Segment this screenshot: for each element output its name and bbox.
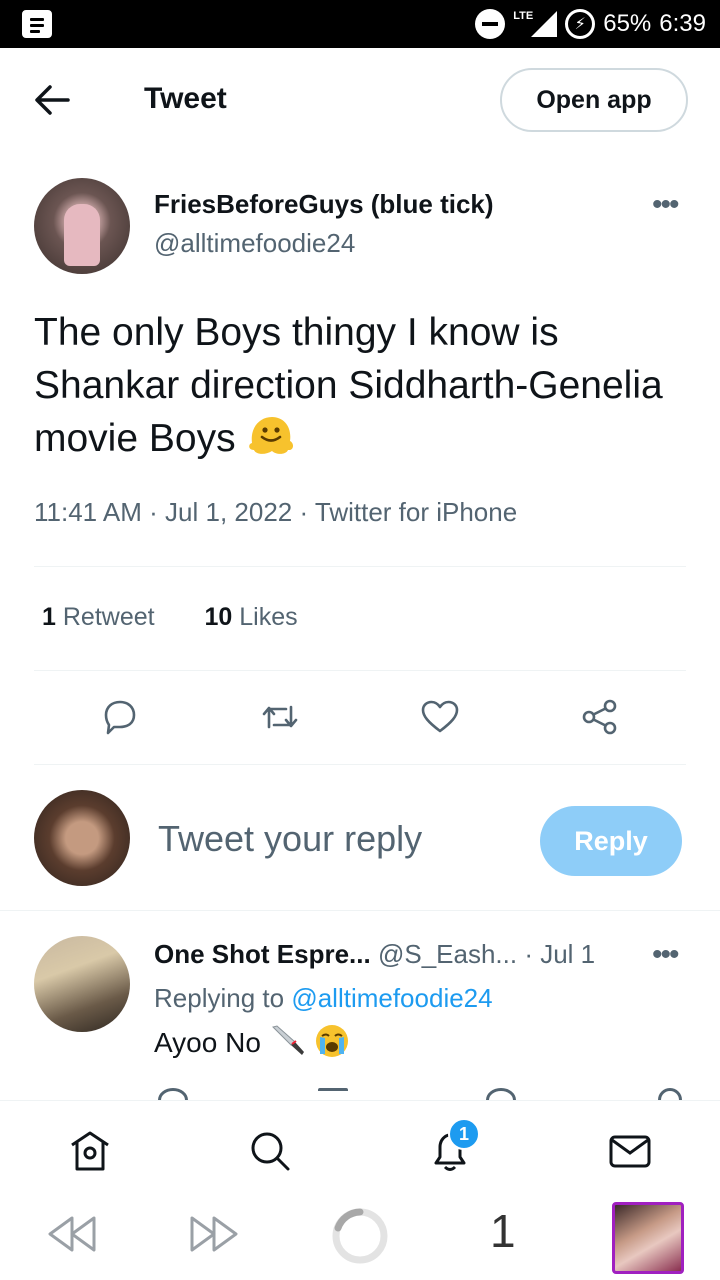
loudly-crying-face-emoji-icon [316, 1025, 349, 1057]
reply-author-handle[interactable]: @S_Eash... [378, 939, 517, 969]
tweet-timestamp: 11:41 AM · Jul 1, 2022 · Twitter for iPh… [34, 497, 518, 527]
author-avatar[interactable] [34, 178, 130, 274]
reply-text-body: Ayoo No [154, 1027, 261, 1058]
bottom-navigation: 1 [0, 1100, 720, 1192]
reply-author-name[interactable]: One Shot Espre... [154, 939, 371, 969]
retweet-label[interactable]: Retweet [63, 603, 155, 631]
author-handle[interactable]: @alltimefoodie24 [154, 228, 355, 259]
my-avatar [34, 790, 130, 886]
like-count[interactable]: 10 [204, 603, 232, 631]
open-app-button[interactable]: Open app [500, 68, 688, 132]
reply-actions-peek [0, 1088, 720, 1100]
divider [34, 670, 686, 671]
tweet-text: The only Boys thingy I know is Shankar d… [34, 306, 694, 465]
reply-button[interactable]: Reply [540, 806, 682, 876]
rewind-back-icon[interactable] [44, 1210, 98, 1258]
reply-input[interactable]: Tweet your reply [158, 818, 422, 860]
battery-percent: 65% [603, 10, 652, 37]
author-name[interactable]: FriesBeforeGuys (blue tick) [154, 189, 494, 220]
status-bar-right: LTE ⚡ 65% 6:39 [475, 0, 706, 48]
do-not-disturb-icon [475, 9, 506, 39]
tweet-stats: 1 Retweet 10 Likes [42, 603, 298, 632]
replying-to-prefix: Replying to [154, 983, 285, 1013]
signal-icon [531, 11, 558, 37]
battery-charging-icon: ⚡ [565, 9, 596, 39]
divider [0, 910, 720, 911]
like-icon[interactable] [420, 697, 460, 737]
back-arrow-icon[interactable] [30, 80, 74, 120]
reply-text: Ayoo No [154, 1024, 350, 1059]
divider [34, 566, 686, 567]
knife-emoji-icon [271, 1025, 304, 1055]
tab-thumbnail[interactable] [612, 1202, 684, 1274]
reply-icon[interactable] [100, 697, 140, 737]
home-icon[interactable] [68, 1129, 112, 1173]
melting-face-emoji-icon [249, 417, 294, 454]
notification-badge: 1 [448, 1118, 480, 1150]
replying-to: Replying to @alltimefoodie24 [154, 983, 493, 1014]
notification-icon [22, 10, 52, 38]
tab-count[interactable]: 1 [490, 1204, 516, 1258]
retweet-icon[interactable] [260, 697, 300, 737]
divider [34, 764, 686, 765]
reply-header[interactable]: One Shot Espre... @S_Eash... · Jul 1 [154, 939, 595, 970]
reload-loading-icon[interactable] [330, 1206, 390, 1266]
tweet-text-body: The only Boys thingy I know is Shankar d… [34, 311, 663, 460]
network-type: LTE [513, 10, 534, 22]
retweet-count[interactable]: 1 [42, 603, 56, 631]
replying-to-handle[interactable]: @alltimefoodie24 [291, 983, 492, 1013]
clock: 6:39 [659, 10, 706, 37]
like-label[interactable]: Likes [239, 603, 297, 631]
reply-more-options-icon[interactable]: ••• [652, 940, 679, 970]
search-icon[interactable] [248, 1129, 292, 1173]
messages-icon[interactable] [608, 1129, 652, 1173]
reply-date: · Jul 1 [524, 939, 596, 969]
browser-toolbar: 1 [0, 1192, 720, 1280]
status-bar: LTE ⚡ 65% 6:39 [0, 0, 720, 48]
reply-author-avatar[interactable] [34, 936, 130, 1032]
more-options-icon[interactable]: ••• [652, 190, 679, 220]
share-icon[interactable] [580, 697, 620, 737]
page-title: Tweet [144, 82, 227, 115]
top-app-bar: Tweet Open app [0, 48, 720, 154]
forward-icon[interactable] [188, 1210, 242, 1258]
